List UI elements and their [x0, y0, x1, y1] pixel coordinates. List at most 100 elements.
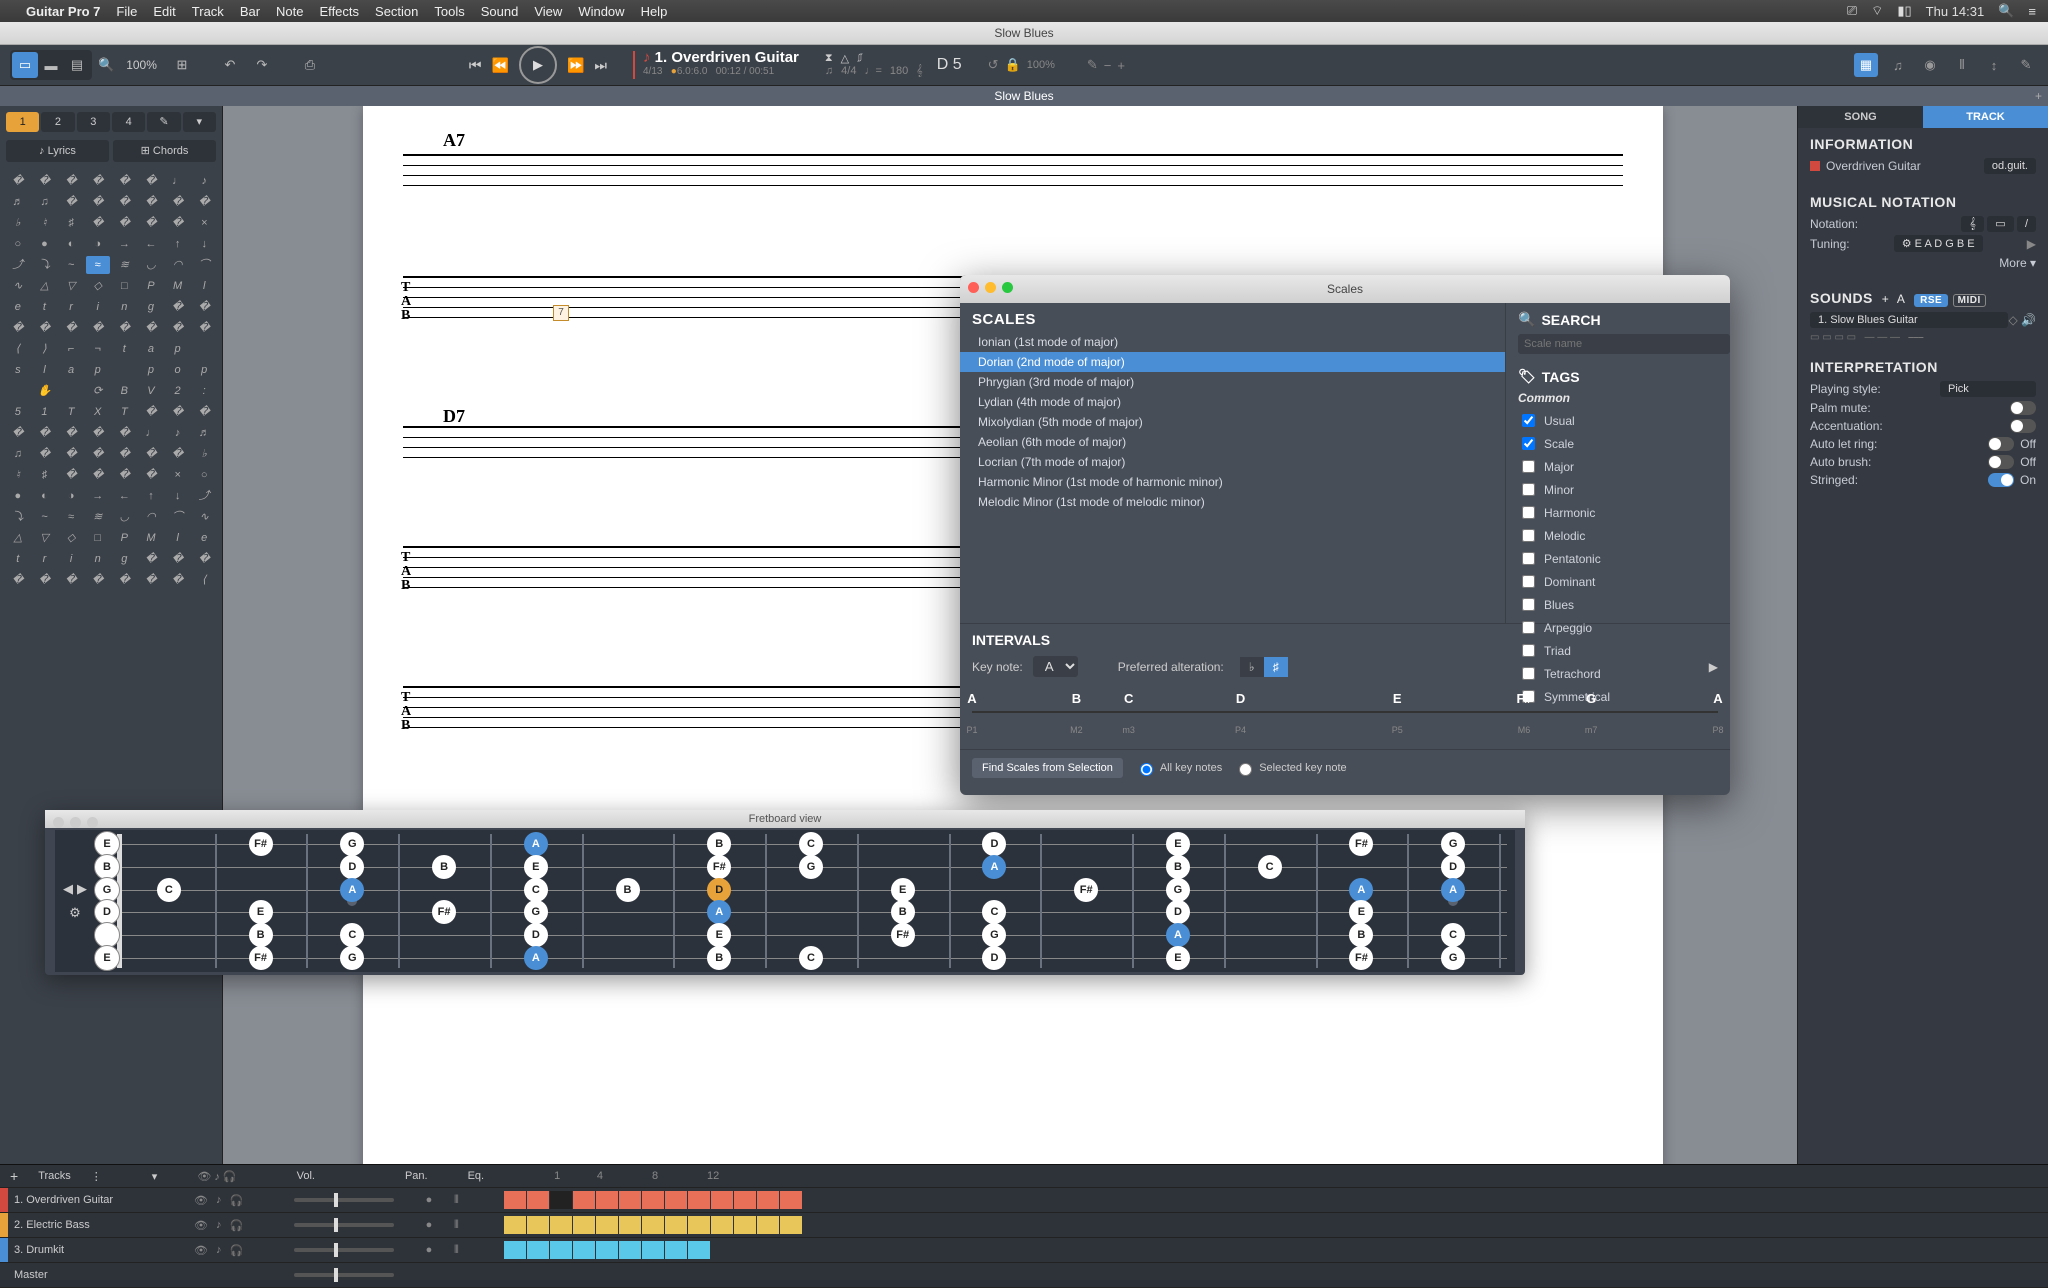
scale-item[interactable]: Harmonic Minor (1st mode of harmonic min…: [960, 472, 1505, 492]
tracks-menu-icon[interactable]: ⋮: [91, 1170, 102, 1183]
tag-harmonic[interactable]: Harmonic: [1518, 501, 1718, 524]
fret-note[interactable]: G: [1441, 832, 1465, 856]
battery-icon[interactable]: ▮▯: [1897, 3, 1911, 19]
palette-item[interactable]: a: [139, 340, 163, 358]
palette-item[interactable]: ◡: [113, 508, 137, 526]
menu-sound[interactable]: Sound: [481, 4, 519, 19]
palette-item[interactable]: r: [33, 550, 57, 568]
palette-item[interactable]: 5: [6, 403, 30, 421]
palette-item[interactable]: M: [139, 529, 163, 547]
palette-item[interactable]: �: [139, 550, 163, 568]
decrease-button[interactable]: −: [1104, 58, 1112, 73]
palette-item[interactable]: �: [139, 445, 163, 463]
fret-note[interactable]: C: [799, 946, 823, 970]
tag-scale[interactable]: Scale: [1518, 432, 1718, 455]
rewind-button[interactable]: ⏪: [492, 57, 509, 74]
spotlight-icon[interactable]: 🔍: [1998, 3, 2014, 19]
palette-item[interactable]: a: [59, 361, 83, 379]
palette-item[interactable]: ≋: [113, 256, 137, 274]
fret-note[interactable]: B: [1349, 923, 1373, 947]
fret-note[interactable]: A: [1349, 878, 1373, 902]
vertical-view-button[interactable]: ▤: [64, 52, 90, 78]
palette-item[interactable]: �: [139, 214, 163, 232]
zoom-icon[interactable]: [1002, 282, 1013, 293]
palette-item[interactable]: ⤵: [6, 508, 30, 526]
palette-item[interactable]: ×: [166, 466, 190, 484]
palette-item[interactable]: �: [139, 319, 163, 337]
palette-item[interactable]: [6, 382, 30, 400]
minimize-icon[interactable]: [70, 817, 81, 828]
palette-item[interactable]: �: [139, 571, 163, 589]
fret-note[interactable]: F#: [432, 900, 456, 924]
tab-track[interactable]: TRACK: [1923, 106, 2048, 128]
fret-note[interactable]: G: [1166, 878, 1190, 902]
scale-item[interactable]: Aeolian (6th mode of major): [960, 432, 1505, 452]
palette-item[interactable]: ▽: [59, 277, 83, 295]
fret-note[interactable]: G: [340, 946, 364, 970]
mute-icon[interactable]: ♪: [216, 1244, 222, 1257]
fretboard-prev-button[interactable]: ◀: [63, 881, 73, 897]
fret-note[interactable]: E: [1349, 900, 1373, 924]
palette-item[interactable]: X: [86, 403, 110, 421]
add-track-button[interactable]: +: [10, 1168, 18, 1184]
tag-arpeggio[interactable]: Arpeggio: [1518, 616, 1718, 639]
palette-item[interactable]: ⌐: [59, 340, 83, 358]
palette-item[interactable]: �: [139, 466, 163, 484]
scales-window[interactable]: Scales SCALES Ionian (1st mode of major)…: [960, 275, 1730, 795]
visibility-icon[interactable]: 👁: [194, 1194, 208, 1207]
accentuation-toggle[interactable]: [2010, 419, 2036, 433]
palette-item[interactable]: p: [192, 361, 216, 379]
tag-tetrachord[interactable]: Tetrachord: [1518, 662, 1718, 685]
palette-item[interactable]: [113, 361, 137, 379]
tuner-icon[interactable]: ⎎: [857, 52, 863, 65]
tuning-value[interactable]: ⚙ E A D G B E: [1894, 235, 1983, 252]
palette-item[interactable]: �: [33, 445, 57, 463]
inspector-toggle[interactable]: ✎: [2014, 53, 2038, 77]
palette-item[interactable]: T: [113, 403, 137, 421]
fret-note[interactable]: E: [1166, 832, 1190, 856]
fret-note[interactable]: E: [1166, 946, 1190, 970]
flat-button[interactable]: ♭: [1240, 657, 1264, 677]
close-icon[interactable]: [53, 817, 64, 828]
palette-item[interactable]: M: [166, 277, 190, 295]
fret-note[interactable]: B: [707, 946, 731, 970]
palette-item[interactable]: �: [166, 319, 190, 337]
palette-item[interactable]: ↑: [139, 487, 163, 505]
palette-item[interactable]: ←: [139, 235, 163, 253]
fret-note[interactable]: E: [94, 945, 120, 971]
fretboard-window[interactable]: Fretboard view ◀▶ ⚙ EBGDAECF#EBF#GDACGBF…: [45, 810, 1525, 975]
drums-toggle[interactable]: ◉: [1918, 53, 1942, 77]
page-view-button[interactable]: ▭: [12, 52, 38, 78]
document-tab[interactable]: Slow Blues: [994, 89, 1053, 103]
fret-note[interactable]: F#: [1349, 832, 1373, 856]
fret-note[interactable]: G: [1441, 946, 1465, 970]
palette-item[interactable]: ⌒: [192, 256, 216, 274]
palette-item[interactable]: ◇: [86, 277, 110, 295]
menu-effects[interactable]: Effects: [320, 4, 360, 19]
tag-melodic[interactable]: Melodic: [1518, 524, 1718, 547]
menu-extras-icon[interactable]: ≡: [2028, 4, 2036, 19]
menu-help[interactable]: Help: [641, 4, 668, 19]
palette-item[interactable]: o: [166, 361, 190, 379]
undo-button[interactable]: ↶: [217, 52, 243, 78]
master-volume-slider[interactable]: [294, 1273, 394, 1277]
palette-item[interactable]: ✋: [33, 382, 57, 400]
fast-forward-button[interactable]: ⏩: [567, 57, 584, 74]
fret-note[interactable]: D: [1166, 900, 1190, 924]
tab-song[interactable]: SONG: [1798, 106, 1923, 128]
palette-item[interactable]: �: [113, 193, 137, 211]
auto-let-ring-toggle[interactable]: [1988, 437, 2014, 451]
palette-item[interactable]: ⟨: [192, 571, 216, 589]
scale-item[interactable]: Lydian (4th mode of major): [960, 392, 1505, 412]
palette-item[interactable]: �: [86, 424, 110, 442]
palette-item[interactable]: �: [33, 319, 57, 337]
print-button[interactable]: ⎙: [297, 52, 323, 78]
fret-note[interactable]: A: [707, 900, 731, 924]
palette-item[interactable]: �: [113, 172, 137, 190]
fret-note[interactable]: C: [157, 878, 181, 902]
palette-item[interactable]: n: [113, 298, 137, 316]
palette-item[interactable]: i: [86, 298, 110, 316]
palette-item[interactable]: ◠: [166, 256, 190, 274]
automation-icon[interactable]: ✎: [1087, 57, 1098, 73]
palette-item[interactable]: ⤴: [192, 487, 216, 505]
